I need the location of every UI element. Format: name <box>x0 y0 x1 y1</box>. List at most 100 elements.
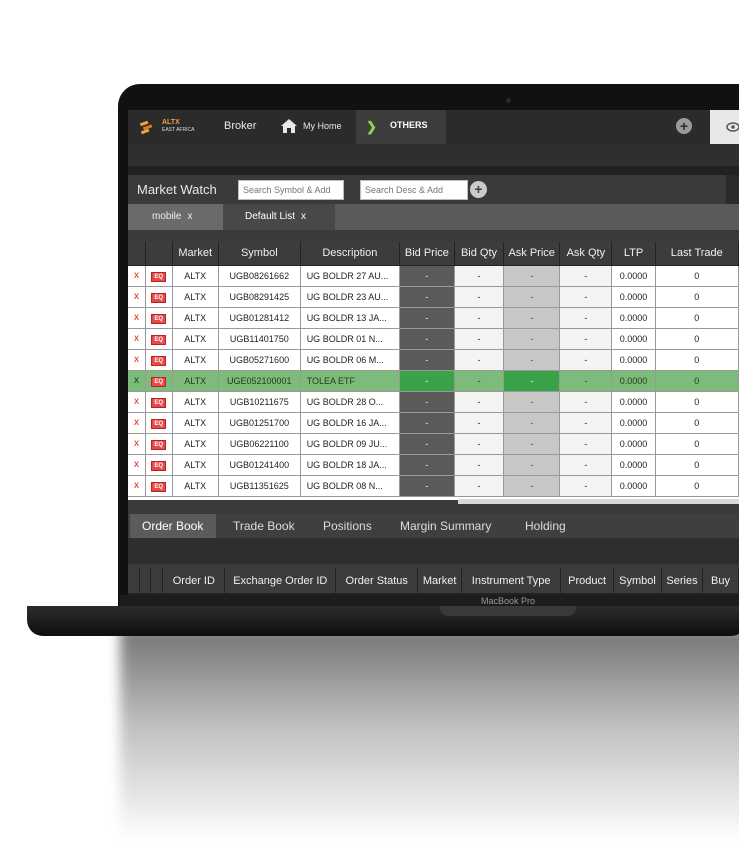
column-header[interactable]: Order ID <box>162 568 226 593</box>
column-header[interactable]: Series <box>661 568 703 593</box>
table-row[interactable]: x EQ ALTX UGB01241400 UG BOLDR 18 JA... - - - -0… <box>128 454 739 476</box>
bid-qty-cell: - <box>454 454 505 476</box>
bid-qty-cell: - <box>454 307 505 329</box>
description-cell: UG BOLDR 18 JA... <box>300 454 400 476</box>
column-header[interactable]: Buy <box>702 568 739 593</box>
remove-row-button[interactable]: x <box>128 454 146 476</box>
symbol-cell: UGB01251700 <box>218 412 301 434</box>
table-row[interactable]: x EQ ALTX UGE052100001 TOLEA ETF - - - -0.0000 0 <box>128 370 739 392</box>
column-header[interactable]: Ask Qty <box>559 242 613 266</box>
remove-row-button[interactable]: x <box>128 349 146 371</box>
column-header[interactable]: Product <box>560 568 615 593</box>
remove-row-button[interactable]: x <box>128 307 146 329</box>
bid-price-cell: - <box>399 286 455 308</box>
table-row[interactable]: x EQ ALTX UGB01281412 UG BOLDR 13 JA... - - - -0… <box>128 307 739 329</box>
column-header[interactable]: Ask Price <box>503 242 561 266</box>
table-row[interactable]: x EQ ALTX UGB01251700 UG BOLDR 16 JA... - - - -0… <box>128 412 739 434</box>
tab-holding[interactable]: Holding <box>506 514 576 538</box>
nav-my-home[interactable]: My Home <box>303 121 342 131</box>
description-cell: UG BOLDR 09 JU... <box>300 433 400 455</box>
symbol-cell: UGB08261662 <box>218 265 301 287</box>
column-header[interactable] <box>128 568 141 593</box>
search-symbol-input[interactable] <box>238 180 344 200</box>
ask-qty-cell: - <box>559 412 613 434</box>
eq-badge: EQ <box>151 439 167 450</box>
ltp-cell: 0.0000 <box>611 433 656 455</box>
column-header[interactable]: Exchange Order ID <box>224 568 337 593</box>
logo-mark-icon <box>139 120 153 135</box>
column-header[interactable]: Market <box>172 242 219 266</box>
ask-price-cell: - <box>503 412 561 434</box>
column-header[interactable]: Bid Qty <box>454 242 505 266</box>
add-to-watchlist-button[interactable]: + <box>470 181 487 198</box>
column-header[interactable]: Description <box>300 242 400 266</box>
symbol-cell: UGB01281412 <box>218 307 301 329</box>
tab-margin-summary[interactable]: Margin Summary <box>382 514 506 538</box>
column-header[interactable]: LTP <box>611 242 656 266</box>
close-icon[interactable]: x <box>187 211 192 222</box>
table-row[interactable]: x EQ ALTX UGB11351625 UG BOLDR 08 N... - - - -0.… <box>128 475 739 497</box>
tab-default-list[interactable]: Default List x <box>223 204 335 230</box>
altx-logo[interactable]: ALTX EAST AFRICA <box>138 116 206 138</box>
remove-row-button[interactable]: x <box>128 433 146 455</box>
market-cell: ALTX <box>172 286 219 308</box>
symbol-cell: UGB06221100 <box>218 433 301 455</box>
search-description-input[interactable] <box>360 180 468 200</box>
bid-qty-cell: - <box>454 370 505 392</box>
remove-row-button[interactable]: x <box>128 391 146 413</box>
instrument-type-badge: EQ <box>145 433 173 455</box>
remove-row-button[interactable]: x <box>128 412 146 434</box>
table-row[interactable]: x EQ ALTX UGB10211675 UG BOLDR 28 O... - - - -0.… <box>128 391 739 413</box>
eq-badge: EQ <box>151 481 167 492</box>
last-trade-cell: 0 <box>655 349 739 371</box>
table-header-row: Market Symbol Description Bid Price Bid Qty A… <box>128 242 739 266</box>
nav-others-label[interactable]: OTHERS <box>390 120 428 130</box>
add-circle-icon[interactable]: + <box>676 118 692 134</box>
close-icon[interactable]: x <box>301 211 306 222</box>
table-row[interactable]: x EQ ALTX UGB05271600 UG BOLDR 06 M... - - - -0.… <box>128 349 739 371</box>
remove-row-button[interactable]: x <box>128 286 146 308</box>
table-row[interactable]: x EQ ALTX UGB08261662 UG BOLDR 27 AU... - - - -0… <box>128 265 739 287</box>
ask-price-cell: - <box>503 286 561 308</box>
tab-order-book[interactable]: Order Book <box>130 514 216 538</box>
column-header[interactable] <box>139 568 152 593</box>
column-header[interactable]: Market <box>417 568 463 593</box>
tab-mobile-label: mobile <box>152 211 182 222</box>
last-trade-cell: 0 <box>655 328 739 350</box>
remove-row-button[interactable]: x <box>128 265 146 287</box>
ask-qty-cell: - <box>559 454 613 476</box>
column-header[interactable] <box>150 568 164 593</box>
column-header[interactable] <box>128 242 146 266</box>
ltp-cell: 0.0000 <box>611 391 656 413</box>
description-cell: UG BOLDR 13 JA... <box>300 307 400 329</box>
bid-qty-cell: - <box>454 286 505 308</box>
bid-price-cell: - <box>399 265 455 287</box>
eye-icon[interactable] <box>726 122 739 132</box>
grid-spacer <box>128 230 739 242</box>
ask-price-cell: - <box>503 370 561 392</box>
ask-qty-cell: - <box>559 391 613 413</box>
instrument-type-badge: EQ <box>145 328 173 350</box>
market-cell: ALTX <box>172 307 219 329</box>
order-book-toolbar <box>128 538 739 564</box>
description-cell: UG BOLDR 01 N... <box>300 328 400 350</box>
table-row[interactable]: x EQ ALTX UGB08291425 UG BOLDR 23 AU... - - - -0… <box>128 286 739 308</box>
column-header[interactable]: Order Status <box>335 568 419 593</box>
ask-qty-cell: - <box>559 433 613 455</box>
table-row[interactable]: x EQ ALTX UGB06221100 UG BOLDR 09 JU... - - - -0… <box>128 433 739 455</box>
nav-broker[interactable]: Broker <box>224 120 256 132</box>
column-header[interactable] <box>145 242 173 266</box>
table-row[interactable]: x EQ ALTX UGB11401750 UG BOLDR 01 N... - - - -0.… <box>128 328 739 350</box>
column-header[interactable]: Last Trade <box>655 242 739 266</box>
column-header[interactable]: Symbol <box>218 242 301 266</box>
tab-trade-book[interactable]: Trade Book <box>216 514 304 538</box>
remove-row-button[interactable]: x <box>128 475 146 497</box>
column-header[interactable]: Symbol <box>613 568 662 593</box>
remove-row-button[interactable]: x <box>128 370 146 392</box>
tab-positions[interactable]: Positions <box>304 514 382 538</box>
column-header[interactable]: Instrument Type <box>461 568 562 593</box>
column-header[interactable]: Bid Price <box>399 242 455 266</box>
home-icon[interactable] <box>280 118 298 134</box>
tab-mobile[interactable]: mobile x <box>128 204 223 230</box>
remove-row-button[interactable]: x <box>128 328 146 350</box>
